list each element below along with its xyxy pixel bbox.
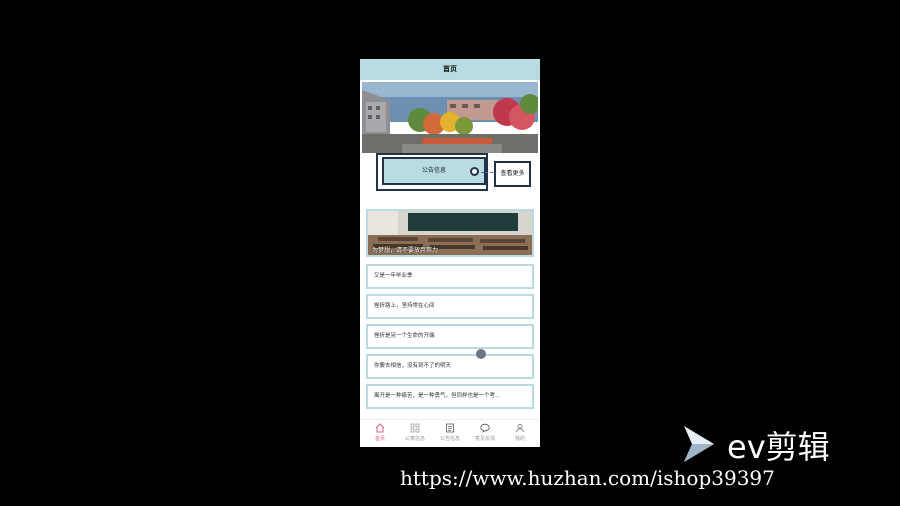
campus-banner-image [362,82,538,153]
chat-bubble-icon [480,423,490,433]
tab-feedback-label: 意见反馈 [474,436,495,442]
notice-connector-dot [470,167,479,176]
tab-home-label: 首页 [374,436,385,442]
watermark-brand: ev剪辑 [727,428,830,466]
featured-article-caption: 为梦想，请不要放弃努力 [372,247,439,254]
tab-mine-label: 我的 [514,436,525,442]
tab-apartment-info[interactable]: 公寓信息 [397,420,433,447]
tab-notice-info[interactable]: 公告信息 [432,420,468,447]
touch-cursor-indicator [476,349,486,359]
user-icon [516,423,524,433]
tab-mine[interactable]: 我的 [502,420,538,447]
document-icon [446,423,454,433]
article-list-item[interactable]: 你要去相信，没有到不了的明天 [366,354,534,379]
notice-connector-line [481,172,493,173]
grid-icon [410,423,420,433]
view-more-button[interactable]: 查看更多 [494,161,531,187]
article-list-item[interactable]: 离开是一种痛苦，是一种勇气，但同样也是一个考... [366,384,534,409]
watermark-url: https://www.huzhan.com/ishop39397 [400,466,775,490]
featured-article-card[interactable]: 为梦想，请不要放弃努力 [366,209,534,257]
tab-feedback[interactable]: 意见反馈 [467,420,503,447]
tab-apartment-info-label: 公寓信息 [404,436,425,442]
phone-screen: 首页 公告信息 查看更多 为梦想，请不要放弃努力 又是一年毕业季 挫折路上，坚持… [360,59,540,447]
article-list-item[interactable]: 挫折路上，坚持常在心间 [366,294,534,319]
article-list-item[interactable]: 挫折是另一个生命的开端 [366,324,534,349]
page-title: 首页 [360,59,540,80]
bottom-tab-bar: 首页 公寓信息 公告信息 意见反馈 我的 [360,419,540,447]
article-list-item[interactable]: 又是一年毕业季 [366,264,534,289]
tab-home[interactable]: 首页 [362,420,398,447]
tab-notice-info-label: 公告信息 [439,436,460,442]
home-icon [375,423,385,433]
